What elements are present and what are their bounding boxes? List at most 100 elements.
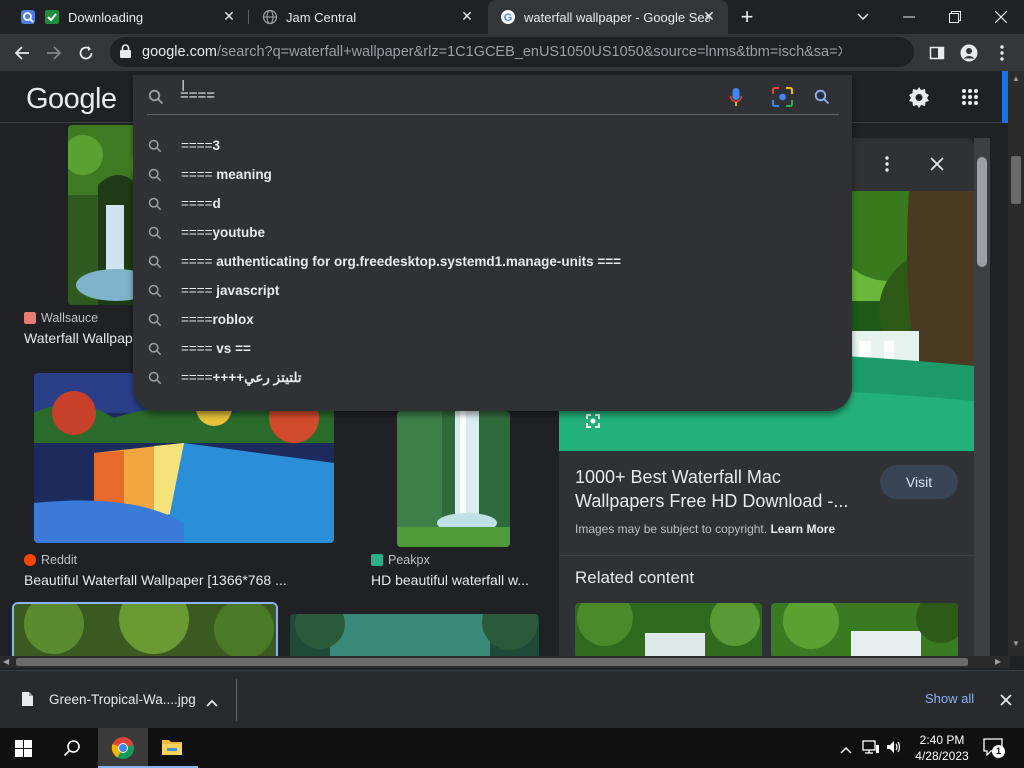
suggestion-item[interactable]: ==== meaning [133,161,852,190]
lens-icon[interactable] [585,413,601,434]
vertical-scroll-thumb[interactable] [1011,156,1021,204]
page-vertical-scrollbar[interactable]: ▲ ▼ [1008,71,1024,656]
wallsauce-favicon-icon [24,312,36,324]
result-source-label: Peakpx [388,553,430,567]
close-tab-icon[interactable]: ✕ [700,8,718,25]
learn-more-link[interactable]: Learn More [770,522,835,536]
suggestion-item[interactable]: ====++++تلتيتز رعي [133,364,852,393]
address-bar[interactable]: google.com/search?q=waterfall+wallpaper&… [110,37,914,67]
search-icon [148,89,164,110]
scroll-left-arrow-icon[interactable]: ◀ [3,657,9,666]
lock-icon[interactable] [119,44,132,64]
tab-strip: Downloading ✕ Jam Central ✕ G waterfall … [0,0,1024,34]
search-icon [148,139,164,155]
forward-arrow-icon[interactable] [41,40,67,66]
svg-text:G: G [504,12,513,24]
taskbar-chrome-button[interactable] [98,728,148,768]
result-caption[interactable]: Beautiful Waterfall Wallpaper [1366*768 … [24,572,324,588]
suggestion-item[interactable]: ====roblox [133,306,852,335]
tab-divider [248,10,249,24]
taskbar-clock[interactable]: 2:40 PM 4/28/2023 [912,732,972,764]
menu-dots-icon[interactable] [989,40,1015,66]
network-icon[interactable] [862,740,880,759]
result-image-selected[interactable] [12,602,278,656]
visit-button[interactable]: Visit [880,465,958,499]
suggestion-item[interactable]: ====3 [133,132,852,161]
side-panel-icon[interactable] [924,40,950,66]
horizontal-scroll-thumb[interactable] [16,658,968,666]
volume-icon[interactable] [886,740,902,759]
result-source-reddit[interactable]: Reddit [24,553,77,567]
suggestion-text: ==== authenticating for org.freedesktop.… [181,254,622,269]
related-image-2[interactable] [771,603,958,656]
profile-icon[interactable] [956,40,982,66]
more-options-icon[interactable] [885,156,889,177]
scroll-down-arrow-icon[interactable]: ▼ [1012,639,1020,648]
suggestion-item[interactable]: ==== authenticating for org.freedesktop.… [133,248,852,277]
panel-divider [559,555,974,556]
suggestion-item[interactable]: ====youtube [133,219,852,248]
settings-gear-icon[interactable] [907,85,931,114]
suggestion-text: ====d [181,196,221,211]
copyright-text: Images may be subject to copyright. [575,522,768,536]
show-hidden-icons-chevron-icon[interactable] [840,741,852,759]
panel-scrollbar-thumb[interactable] [977,157,987,267]
search-submit-icon[interactable] [814,89,830,110]
search-icon [148,168,164,184]
page-horizontal-scrollbar[interactable]: ◀ ▶ [0,656,1010,668]
chevron-up-icon[interactable] [206,694,218,712]
checkmark-icon [44,9,60,25]
show-all-button[interactable]: Show all [925,691,974,706]
peakpx-favicon-icon [371,554,383,566]
suggestion-item[interactable]: ==== javascript [133,277,852,306]
result-source-peakpx[interactable]: Peakpx [371,553,430,567]
google-logo[interactable]: Google [26,83,117,116]
taskbar-search-icon[interactable] [63,739,81,762]
suggestion-text: ==== javascript [181,283,280,298]
preview-title[interactable]: 1000+ Best Waterfall Mac Wallpapers Free… [575,465,855,513]
suggestion-text: ==== vs == [181,341,251,356]
close-downloads-icon[interactable] [1000,693,1012,711]
microphone-icon[interactable] [729,87,743,112]
taskbar-file-explorer-button[interactable] [148,728,198,768]
tab-title: Jam Central [286,9,357,25]
chrome-icon [111,736,135,765]
download-item[interactable]: Green-Tropical-Wa....jpg [0,671,236,728]
close-tab-icon[interactable]: ✕ [458,8,476,25]
result-source-label: Reddit [41,553,78,567]
suggestion-item[interactable]: ====d [133,190,852,219]
windows-taskbar: 2:40 PM 4/28/2023 1 [0,728,1024,768]
notification-center-icon[interactable]: 1 [983,738,1005,761]
restore-button[interactable] [932,0,978,34]
tab-search-chevron-icon[interactable] [840,0,886,34]
notification-count-badge: 1 [992,745,1005,758]
tab-downloading[interactable]: Downloading ✕ [8,0,248,34]
result-image-next[interactable] [290,614,539,656]
minimize-button[interactable] [886,0,932,34]
result-source-label: Wallsauce [41,311,99,325]
result-image-peakpx[interactable] [397,411,510,547]
close-panel-icon[interactable] [930,157,944,176]
scroll-right-arrow-icon[interactable]: ▶ [995,657,1001,666]
reload-icon[interactable] [73,40,99,66]
google-lens-icon[interactable] [772,87,793,112]
result-caption[interactable]: Waterfall Wallpap [24,330,134,346]
tab-jam-central[interactable]: Jam Central ✕ [250,0,486,34]
url-path: /search?q=waterfall+wallpaper&rlz=1C1GCE… [216,44,842,60]
tab-title: waterfall wallpaper - Google Sea [524,9,710,25]
suggestion-item[interactable]: ==== vs == [133,335,852,364]
result-source-wallsauce[interactable]: Wallsauce [24,311,98,325]
close-tab-icon[interactable]: ✕ [220,8,238,25]
downloads-divider [236,679,237,721]
new-tab-button[interactable]: + [726,0,768,34]
related-image-1[interactable] [575,603,762,656]
tab-waterfall-wallpaper[interactable]: G waterfall wallpaper - Google Sea ✕ [488,0,728,34]
windows-start-icon[interactable] [15,740,32,762]
apps-grid-icon[interactable] [961,88,979,111]
result-caption[interactable]: HD beautiful waterfall w... [371,572,536,588]
close-window-button[interactable] [978,0,1024,34]
back-arrow-icon[interactable] [9,40,35,66]
panel-scrollbar-track[interactable] [974,138,990,656]
copyright-notice: Images may be subject to copyright. Lear… [575,522,835,536]
scroll-up-arrow-icon[interactable]: ▲ [1012,74,1020,83]
